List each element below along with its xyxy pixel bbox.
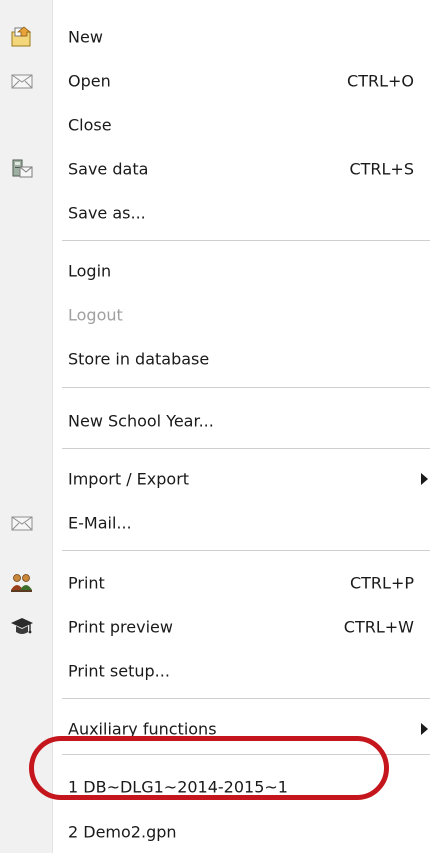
menu-item-print-setup[interactable]: Print setup...	[0, 651, 430, 691]
menu-item-label: Print	[68, 573, 105, 593]
menu-item-save-data[interactable]: Save data CTRL+S	[0, 149, 430, 189]
menu-item-login[interactable]: Login	[0, 251, 430, 291]
recent-file-2[interactable]: 2 Demo2.gpn	[0, 812, 430, 852]
menu-item-label: E-Mail...	[68, 513, 132, 533]
menu-item-label: Logout	[68, 305, 123, 325]
graduation-cap-icon	[10, 616, 34, 638]
menu-separator	[62, 550, 430, 551]
shortcut-label: CTRL+W	[343, 617, 414, 637]
envelope-icon	[10, 512, 34, 534]
shortcut-label: CTRL+O	[347, 71, 414, 91]
submenu-arrow-icon	[421, 473, 428, 485]
menu-separator	[62, 698, 430, 699]
shortcut-label: CTRL+P	[349, 573, 414, 593]
menu-item-label: Print setup...	[68, 661, 170, 681]
menu-item-close[interactable]: Close	[0, 105, 430, 145]
menu-item-save-as[interactable]: Save as...	[0, 193, 430, 233]
menu-separator	[62, 240, 430, 241]
menu-item-label: Save data	[68, 159, 149, 179]
shortcut-label: CTRL+S	[349, 159, 414, 179]
save-data-icon	[10, 158, 34, 180]
menu-item-label: Store in database	[68, 349, 210, 369]
menu-item-print-preview[interactable]: Print preview CTRL+W	[0, 607, 430, 647]
submenu-arrow-icon	[421, 723, 428, 735]
menu-item-label: Import / Export	[68, 469, 190, 489]
menu-item-store-in-database[interactable]: Store in database	[0, 339, 430, 379]
highlight-annotation	[29, 736, 389, 800]
people-icon	[10, 572, 34, 594]
file-menu: New Open CTRL+O Close Save data CTRL+S S…	[0, 0, 430, 853]
menu-item-new[interactable]: New	[0, 17, 430, 57]
menu-item-logout: Logout	[0, 295, 430, 335]
menu-item-label: Open	[68, 71, 111, 91]
menu-item-label: New School Year...	[68, 411, 214, 431]
menu-item-new-school-year[interactable]: New School Year...	[0, 401, 430, 441]
menu-separator	[62, 448, 430, 449]
new-document-icon	[10, 26, 34, 48]
menu-item-print[interactable]: Print CTRL+P	[0, 563, 430, 603]
menu-item-label: Save as...	[68, 203, 146, 223]
envelope-icon	[10, 70, 34, 92]
menu-separator	[62, 387, 430, 388]
menu-item-label: Print preview	[68, 617, 173, 637]
menu-item-import-export[interactable]: Import / Export	[0, 459, 430, 499]
menu-item-email[interactable]: E-Mail...	[0, 503, 430, 543]
menu-item-label: Login	[68, 261, 112, 281]
menu-item-label: 2 Demo2.gpn	[68, 822, 177, 842]
menu-item-label: New	[68, 27, 103, 47]
menu-item-label: Close	[68, 115, 112, 135]
menu-item-open[interactable]: Open CTRL+O	[0, 61, 430, 101]
